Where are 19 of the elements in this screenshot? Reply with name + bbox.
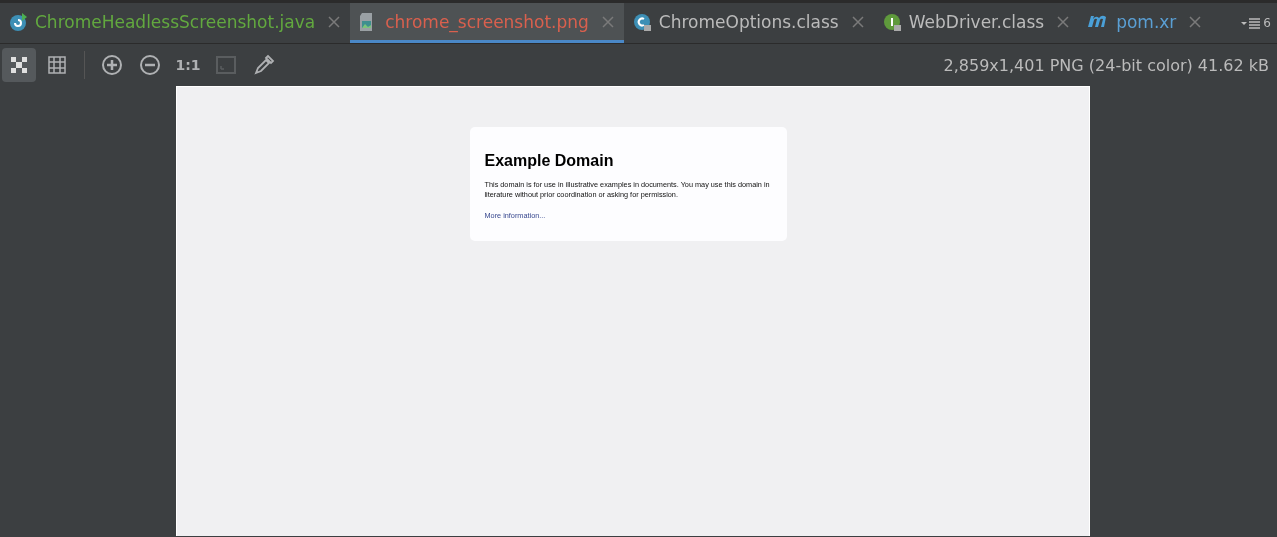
actual-size-button[interactable]: 1:1 [171,48,205,82]
zoom-out-icon [139,54,161,76]
grid-icon [46,54,68,76]
page-title: Example Domain [484,152,615,170]
close-icon[interactable] [851,15,864,28]
fit-icon [215,54,237,76]
tab-list-icon[interactable] [1241,17,1262,29]
eyedropper-icon [253,54,275,76]
image-info: 2,859x1,401 PNG (24-bit color) 41.62 kB [943,55,1270,75]
class-icon [8,11,28,32]
close-icon[interactable] [1189,15,1202,28]
class-icon [631,11,652,32]
toolbar-button[interactable] [2,48,36,82]
close-icon[interactable] [1057,15,1070,28]
hidden-tab-count: 6 [1263,16,1271,30]
checkerboard-icon [8,54,30,76]
close-icon[interactable] [328,15,341,28]
zoom-in-icon [101,54,123,76]
interface-icon [881,11,902,32]
